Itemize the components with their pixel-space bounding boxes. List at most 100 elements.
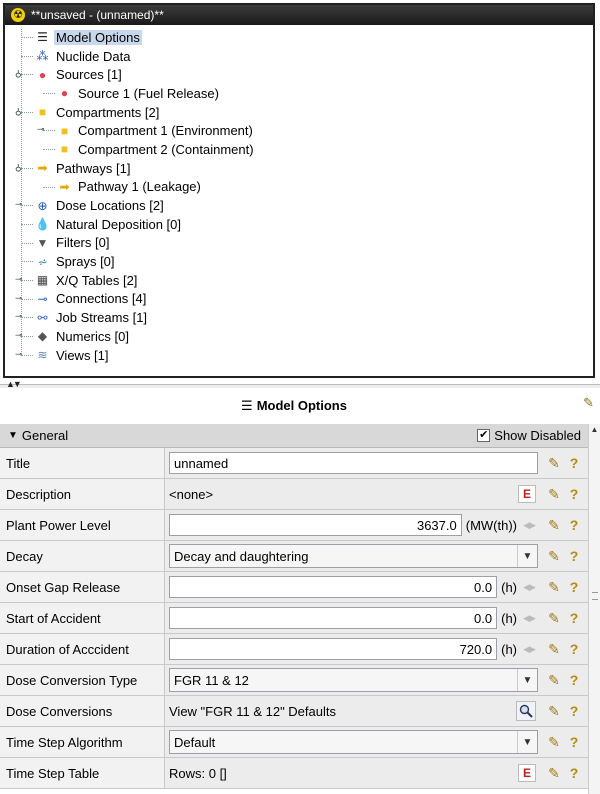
clipboard-icon[interactable]: ✎ [546, 641, 562, 657]
list-icon: ☰ [37, 30, 48, 45]
spinner-icon[interactable]: ◀▶ [520, 515, 538, 535]
edit-icon[interactable]: E [518, 764, 536, 782]
chevron-down-icon[interactable]: ▼ [517, 545, 537, 567]
tree-item-label: Job Streams [1] [56, 310, 148, 326]
tree-item[interactable]: ⩫ Sprays [0] [5, 252, 593, 271]
tree-item[interactable]: ◆ Numerics [0] ⊸ [5, 327, 593, 346]
project-tree: ☰ Model Options ⁂ Nuclide Data ● Sources [1] ⚲… [5, 25, 593, 364]
show-disabled-checkbox[interactable]: ✔ [477, 429, 491, 442]
help-icon[interactable]: ? [566, 517, 582, 533]
decay-dropdown[interactable]: Decay and daughtering ▼ [169, 544, 538, 568]
tree-item[interactable]: ⚯ Job Streams [1] ⊸ [5, 308, 593, 327]
help-icon[interactable]: ? [566, 765, 582, 781]
onset-gap-release-input[interactable]: 0.0 [169, 576, 498, 598]
window-titlebar[interactable]: ☢ **unsaved - (unnamed)** [5, 5, 593, 25]
clipboard-icon[interactable]: ✎ [546, 610, 562, 626]
tree-item[interactable]: ▼ Filters [0] [5, 234, 593, 253]
help-icon[interactable]: ? [566, 672, 582, 688]
dose-conversion-type-dropdown[interactable]: FGR 11 & 12 ▼ [169, 668, 538, 692]
tree-item[interactable]: ⊸ Connections [4] ⊸ [5, 290, 593, 309]
tree-connector [21, 279, 33, 281]
title-input[interactable]: unnamed [169, 452, 538, 474]
duration-of-acccident-input[interactable]: 720.0 [169, 638, 498, 660]
property-value-cell: unnamed [165, 448, 542, 478]
tree-item-label: Source 1 (Fuel Release) [78, 85, 219, 101]
property-row-decay: Decay Decay and daughtering ▼ ✎? [0, 541, 588, 572]
tree-item[interactable]: ■ Compartment 1 (Environment) ⊸ [5, 121, 593, 140]
tree-connector [43, 130, 55, 132]
property-row-dose-conversion-type: Dose Conversion Type FGR 11 & 12 ▼ ✎? [0, 665, 588, 696]
connection-icon: ⊸ [37, 291, 48, 306]
section-general[interactable]: ▼ General ✔ Show Disabled [0, 424, 588, 448]
row-actions: ✎? [542, 665, 588, 695]
row-actions: ✎? [542, 727, 588, 757]
search-icon[interactable] [516, 701, 536, 721]
scroll-up-icon[interactable]: ▲ [589, 424, 600, 436]
help-icon[interactable]: ? [566, 641, 582, 657]
spinner-icon[interactable]: ◀▶ [520, 639, 538, 659]
start-of-accident-input[interactable]: 0.0 [169, 607, 498, 629]
dropdown-value: Default [174, 734, 216, 750]
spinner-icon[interactable]: ◀▶ [520, 608, 538, 628]
collapse-triangle-icon[interactable]: ▼ [8, 430, 18, 441]
clipboard-icon[interactable]: ✎ [546, 548, 562, 564]
filter-icon: ▼ [36, 235, 49, 250]
help-icon[interactable]: ? [566, 703, 582, 719]
tree-item[interactable]: ● Sources [1] ⚲ [5, 65, 593, 84]
edit-icon[interactable]: E [518, 485, 536, 503]
tree-item[interactable]: ≋ Views [1] ⊸ [5, 346, 593, 365]
tree-connector [21, 354, 33, 356]
compartment-icon: ■ [38, 105, 47, 120]
spinner-icon[interactable]: ◀▶ [520, 577, 538, 597]
property-scrollbar[interactable]: ▲ [588, 424, 600, 794]
tree-item[interactable]: ■ Compartments [2] ⚲ [5, 103, 593, 122]
collapse-toggle-icon[interactable]: ⊸ [37, 125, 45, 134]
help-icon[interactable]: ? [566, 486, 582, 502]
source-icon: ● [60, 86, 69, 101]
plant-power-level-input[interactable]: 3637.0 [169, 514, 462, 536]
tree-item-label: Sources [1] [56, 67, 122, 83]
tree-item[interactable]: ☰ Model Options [5, 28, 593, 47]
help-icon[interactable]: ? [566, 548, 582, 564]
help-icon[interactable]: ? [566, 455, 582, 471]
tree-item[interactable]: ⁂ Nuclide Data [5, 47, 593, 66]
clipboard-icon[interactable]: ✎ [546, 579, 562, 595]
time-step-algorithm-dropdown[interactable]: Default ▼ [169, 730, 538, 754]
chevron-down-icon[interactable]: ▼ [517, 669, 537, 691]
clipboard-icon[interactable]: ✎ [546, 455, 562, 471]
splitter-bar[interactable] [0, 384, 600, 388]
tree-item[interactable]: 💧 Natural Deposition [0] [5, 215, 593, 234]
dropdown-value: Decay and daughtering [174, 548, 309, 564]
tree-item[interactable]: ● Source 1 (Fuel Release) [5, 84, 593, 103]
help-icon[interactable]: ? [566, 610, 582, 626]
tree-item-label: Natural Deposition [0] [56, 216, 182, 232]
tree-item[interactable]: ➡ Pathway 1 (Leakage) [5, 178, 593, 197]
clipboard-icon[interactable]: ✎ [546, 672, 562, 688]
section-label: General [21, 428, 69, 443]
tree-item[interactable]: ▦ X/Q Tables [2] ⊸ [5, 271, 593, 290]
scroll-grip[interactable] [592, 592, 598, 600]
tree-item[interactable]: ➡ Pathways [1] ⚲ [5, 159, 593, 178]
help-icon[interactable]: ? [566, 734, 582, 750]
row-actions: ✎? [542, 572, 588, 602]
tree-item-label: Nuclide Data [56, 48, 131, 64]
chevron-down-icon[interactable]: ▼ [517, 731, 537, 753]
clipboard-icon[interactable]: ✎ [546, 703, 562, 719]
property-name: Time Step Algorithm [0, 727, 165, 757]
nuclide-icon: ⁂ [36, 49, 49, 64]
clipboard-icon[interactable]: ✎ [546, 765, 562, 781]
property-name: Title [0, 448, 165, 478]
clipboard-icon[interactable]: ✎ [546, 734, 562, 750]
clipboard-icon[interactable]: ✎ [583, 395, 594, 411]
tree-item[interactable]: ⊕ Dose Locations [2] ⊸ [5, 196, 593, 215]
row-actions: ✎? [542, 448, 588, 478]
time-step-table-value: Rows: 0 [] [169, 765, 227, 781]
clipboard-icon[interactable]: ✎ [546, 486, 562, 502]
property-value-cell: 0.0 (h) ◀▶ [165, 572, 542, 602]
clipboard-icon[interactable]: ✎ [546, 517, 562, 533]
help-icon[interactable]: ? [566, 579, 582, 595]
tree-item[interactable]: ■ Compartment 2 (Containment) [5, 140, 593, 159]
splitter-arrows-icon[interactable]: ▲▼ [6, 379, 22, 389]
property-name: Decay [0, 541, 165, 571]
tree-connector [21, 111, 33, 113]
